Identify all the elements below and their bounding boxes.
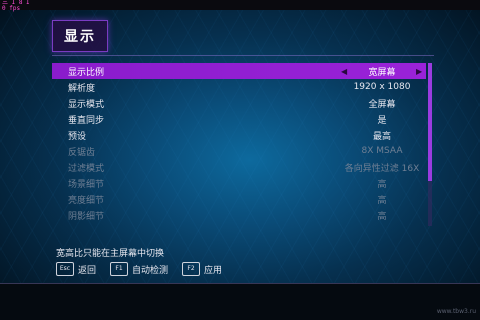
- setting-row-display-mode[interactable]: 显示模式 全屏幕: [52, 95, 426, 111]
- setting-row-brightness-detail: 亮度细节 高: [52, 191, 426, 207]
- f2-key-icon: F2: [182, 262, 201, 276]
- setting-value: 是: [377, 115, 387, 126]
- setting-row-aspect-ratio[interactable]: 显示比例 ◀ 宽屏幕 ▶: [52, 63, 426, 79]
- f1-key-icon: F1: [110, 262, 129, 276]
- top-strip: [0, 0, 480, 10]
- setting-value: 高: [377, 179, 387, 190]
- setting-row-preset[interactable]: 预设 最高: [52, 127, 426, 143]
- footer-key-hints: Esc 返回 F1 自动检测 F2 应用: [56, 262, 236, 276]
- page-title: 显示: [64, 29, 96, 45]
- right-arrow-icon[interactable]: ▶: [416, 67, 422, 76]
- setting-value: 高: [377, 211, 387, 222]
- auto-detect-label: 自动检测: [132, 265, 169, 276]
- setting-row-scene-detail: 场景细节 高: [52, 175, 426, 191]
- apply-button[interactable]: F2 应用: [182, 262, 222, 276]
- setting-label: 预设: [68, 131, 87, 142]
- setting-label: 过滤模式: [68, 163, 105, 174]
- setting-value: 全屏幕: [368, 99, 396, 110]
- watermark: www.tbw3.ru: [436, 308, 476, 315]
- setting-row-antialiasing: 反锯齿 8X MSAA: [52, 143, 426, 159]
- setting-label: 亮度细节: [68, 195, 105, 206]
- setting-value: 1920 x 1080: [353, 82, 411, 92]
- fps-overlay: 三 I 8 I 0 fps: [2, 0, 30, 12]
- setting-value: 最高: [372, 131, 391, 142]
- setting-label: 反锯齿: [68, 147, 96, 158]
- setting-label: 垂直同步: [68, 115, 105, 126]
- page-title-box: 显示: [52, 20, 108, 52]
- setting-value: 各向异性过滤 16X: [344, 163, 420, 174]
- back-button[interactable]: Esc 返回: [56, 262, 96, 276]
- setting-row-shadow-detail: 阴影细节 高: [52, 207, 426, 223]
- scrollbar-thumb[interactable]: [428, 63, 432, 181]
- settings-list: 显示比例 ◀ 宽屏幕 ▶ 解析度 1920 x 1080 显示模式 全屏幕 垂直…: [52, 63, 426, 223]
- apply-label: 应用: [204, 265, 223, 276]
- back-label: 返回: [78, 265, 97, 276]
- setting-label: 显示比例: [68, 67, 105, 78]
- setting-label: 解析度: [68, 83, 96, 94]
- esc-key-icon: Esc: [56, 262, 74, 276]
- setting-value: 高: [377, 195, 387, 206]
- auto-detect-button[interactable]: F1 自动检测: [110, 262, 168, 276]
- title-divider: [52, 55, 434, 56]
- setting-row-resolution[interactable]: 解析度 1920 x 1080: [52, 79, 426, 95]
- bottom-bar: [0, 283, 480, 320]
- setting-row-filter-mode: 过滤模式 各向异性过滤 16X: [52, 159, 426, 175]
- setting-value: 8X MSAA: [361, 146, 403, 156]
- setting-label: 阴影细节: [68, 211, 105, 222]
- hint-text: 宽高比只能在主屏幕中切换: [56, 249, 165, 259]
- setting-label: 场景细节: [68, 179, 105, 190]
- setting-row-vsync[interactable]: 垂直同步 是: [52, 111, 426, 127]
- setting-label: 显示模式: [68, 99, 105, 110]
